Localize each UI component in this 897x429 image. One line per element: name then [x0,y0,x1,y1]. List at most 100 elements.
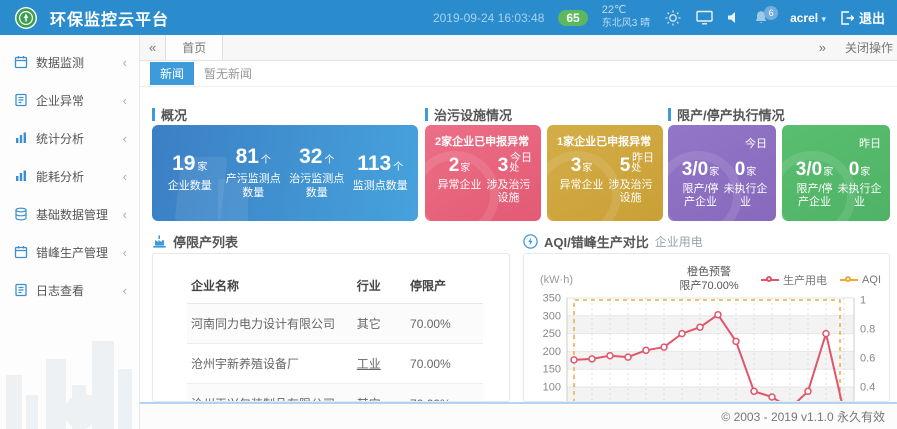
app-header: 环保监控云平台 2019-09-24 16:03:48 65 22℃ 东北风3 … [0,0,897,35]
collapse-chevron-icon: ‹ [123,55,127,70]
notification-count-badge: 6 [764,6,778,20]
svg-text:1: 1 [860,295,866,307]
percentage-cell: 70.00% [406,344,483,384]
close-operations-button[interactable]: 关闭操作 [835,39,897,56]
section-title-restriction: 限产/停产执行情况 [668,107,785,121]
svg-text:0.6: 0.6 [860,353,875,365]
document-icon [14,283,28,297]
aqi-chart-panel: 3503002502001501005010.80.60.40.2 (kW·h)… [523,253,890,402]
stat-pollution-points: 81个 产污监测点数量 [222,145,286,201]
svg-text:0.8: 0.8 [860,324,875,336]
period-label: 今日 [745,135,767,151]
sidebar-item-base-data[interactable]: 基础数据管理 ‹ [0,195,139,233]
tab-bar: « 首页 » 关闭操作 [140,35,897,61]
database-icon [14,207,28,221]
tabs-scroll-left-icon[interactable]: « [140,40,165,55]
document-icon [14,93,28,107]
city-skyline-watermark [0,319,140,429]
chart-legend: 生产用电 AQI [761,272,881,288]
logout-icon [840,11,854,25]
section-title-overview: 概况 [152,107,187,121]
company-name-cell: 沧州天兴包装制品有限公司 [187,384,353,403]
stat-abnormal-companies: 2家 异常企业 [435,155,484,205]
news-content: 暂无新闻 [204,65,252,82]
factory-icon [152,234,167,249]
collapse-chevron-icon: ‹ [123,207,127,222]
chevron-down-icon: ▾ [821,14,826,24]
sidebar-item-label: 数据监测 [36,54,84,71]
collapse-chevron-icon: ‹ [123,93,127,108]
industry-cell: 其它 [353,384,406,403]
copyright-text: © 2003 - 2019 v1.1.0 永久有效 [721,408,885,425]
legend-aqi[interactable]: AQI [840,272,881,288]
stat-noncompliant-companies: 0家 未执行企业 [837,159,882,209]
news-label[interactable]: 新闻 [150,62,194,85]
calendar-icon [14,55,28,69]
sidebar-item-statistics[interactable]: 统计分析 ‹ [0,119,139,157]
stat-treatment-points: 32个 治污监测点数量 [285,145,349,201]
company-name-cell: 河南同力电力设计有限公司 [187,304,353,344]
collapse-chevron-icon: ‹ [123,245,127,260]
temperature-label: 22℃ [602,4,627,16]
svg-text:350: 350 [543,293,561,305]
sidebar-item-log-view[interactable]: 日志查看 ‹ [0,271,139,309]
sidebar-item-energy-analysis[interactable]: 能耗分析 ‹ [0,157,139,195]
period-label: 昨日 [859,135,881,151]
treatment-yesterday-card: 1家企业已申报异常 昨日 3家 异常企业 5处 涉及治污设施 [547,125,663,221]
collapse-chevron-icon: ‹ [123,283,127,298]
table-row: 沧州宇新养殖设备厂 工业 70.00% [187,344,483,384]
sidebar-item-enterprise-anomaly[interactable]: 企业异常 ‹ [0,81,139,119]
table-row: 沧州天兴包装制品有限公司 其它 70.00% [187,384,483,403]
legend-production-power[interactable]: 生产用电 [761,272,827,288]
line-marker-icon [840,276,858,284]
card-headline: 1家企业已申报异常 [557,133,655,149]
stat-restricted-companies: 3/0家 限产/停产企业 [678,159,723,209]
table-header-row: 企业名称 行业 停限产 [187,268,483,304]
sun-weather-icon [664,9,682,27]
stat-restricted-companies: 3/0家 限产/停产企业 [792,159,837,209]
footer: © 2003 - 2019 v1.1.0 永久有效 [140,402,897,429]
user-menu[interactable]: acrel ▾ [790,11,826,25]
industry-cell: 其它 [353,304,406,344]
notifications-bell-icon[interactable]: 6 [754,10,768,25]
svg-text:0.4: 0.4 [860,382,875,394]
col-industry: 行业 [353,268,406,304]
stat-noncompliant-companies: 0家 未执行企业 [723,159,768,209]
svg-text:200: 200 [543,346,561,358]
tabs-scroll-right-icon[interactable]: » [810,40,835,55]
page-title: 环保监控云平台 [50,6,169,30]
overview-stats-card: 19家 企业数量 81个 产污监测点数量 32个 治污监测点数量 113个 监测… [152,125,418,221]
weather-summary: 22℃ 东北风3 晴 [602,4,650,30]
fullscreen-monitor-icon[interactable] [696,10,713,25]
restriction-today-card: 今日 3/0家 限产/停产企业 0家 未执行企业 [668,125,776,221]
lightning-icon [523,234,538,249]
section-title-aqi-chart: AQI/错峰生产对比 企业用电 [523,232,703,251]
treatment-today-card: 2家企业已申报异常 今日 2家 异常企业 3处 涉及治污设施 [425,125,541,221]
production-table: 企业名称 行业 停限产 河南同力电力设计有限公司 其它 70.00% 沧州宇新养… [187,268,483,402]
sidebar-item-label: 基础数据管理 [36,206,108,223]
percentage-cell: 70.00% [406,304,483,344]
news-ticker: 新闻 暂无新闻 [140,61,897,87]
company-name-cell: 沧州宇新养殖设备厂 [187,344,353,384]
wind-label: 东北风3 晴 [602,18,650,29]
sidebar-item-data-monitoring[interactable]: 数据监测 ‹ [0,43,139,81]
svg-text:250: 250 [543,328,561,340]
sidebar-item-label: 企业异常 [36,92,84,109]
logout-button[interactable]: 退出 [840,8,885,27]
line-marker-icon [761,276,779,284]
sidebar-item-label: 日志查看 [36,282,84,299]
stat-abnormal-companies: 3家 异常企业 [557,155,606,205]
username-label: acrel [790,11,818,25]
sound-speaker-icon[interactable] [727,11,740,24]
main-content: 概况 治污设施情况 限产/停产执行情况 19家 企业数量 81个 产污监测点数量… [140,87,897,402]
svg-text:300: 300 [543,310,561,322]
tab-home[interactable]: 首页 [165,35,223,60]
industry-link-cell[interactable]: 工业 [353,344,406,384]
y-axis-unit-label: (kW·h) [540,274,573,286]
bar-chart-icon [14,131,28,145]
section-title-treatment: 治污设施情况 [425,107,512,121]
sidebar-item-staggered-production[interactable]: 错峰生产管理 ‹ [0,233,139,271]
collapse-chevron-icon: ‹ [123,169,127,184]
table-row: 河南同力电力设计有限公司 其它 70.00% [187,304,483,344]
percentage-cell: 70.00% [406,384,483,403]
